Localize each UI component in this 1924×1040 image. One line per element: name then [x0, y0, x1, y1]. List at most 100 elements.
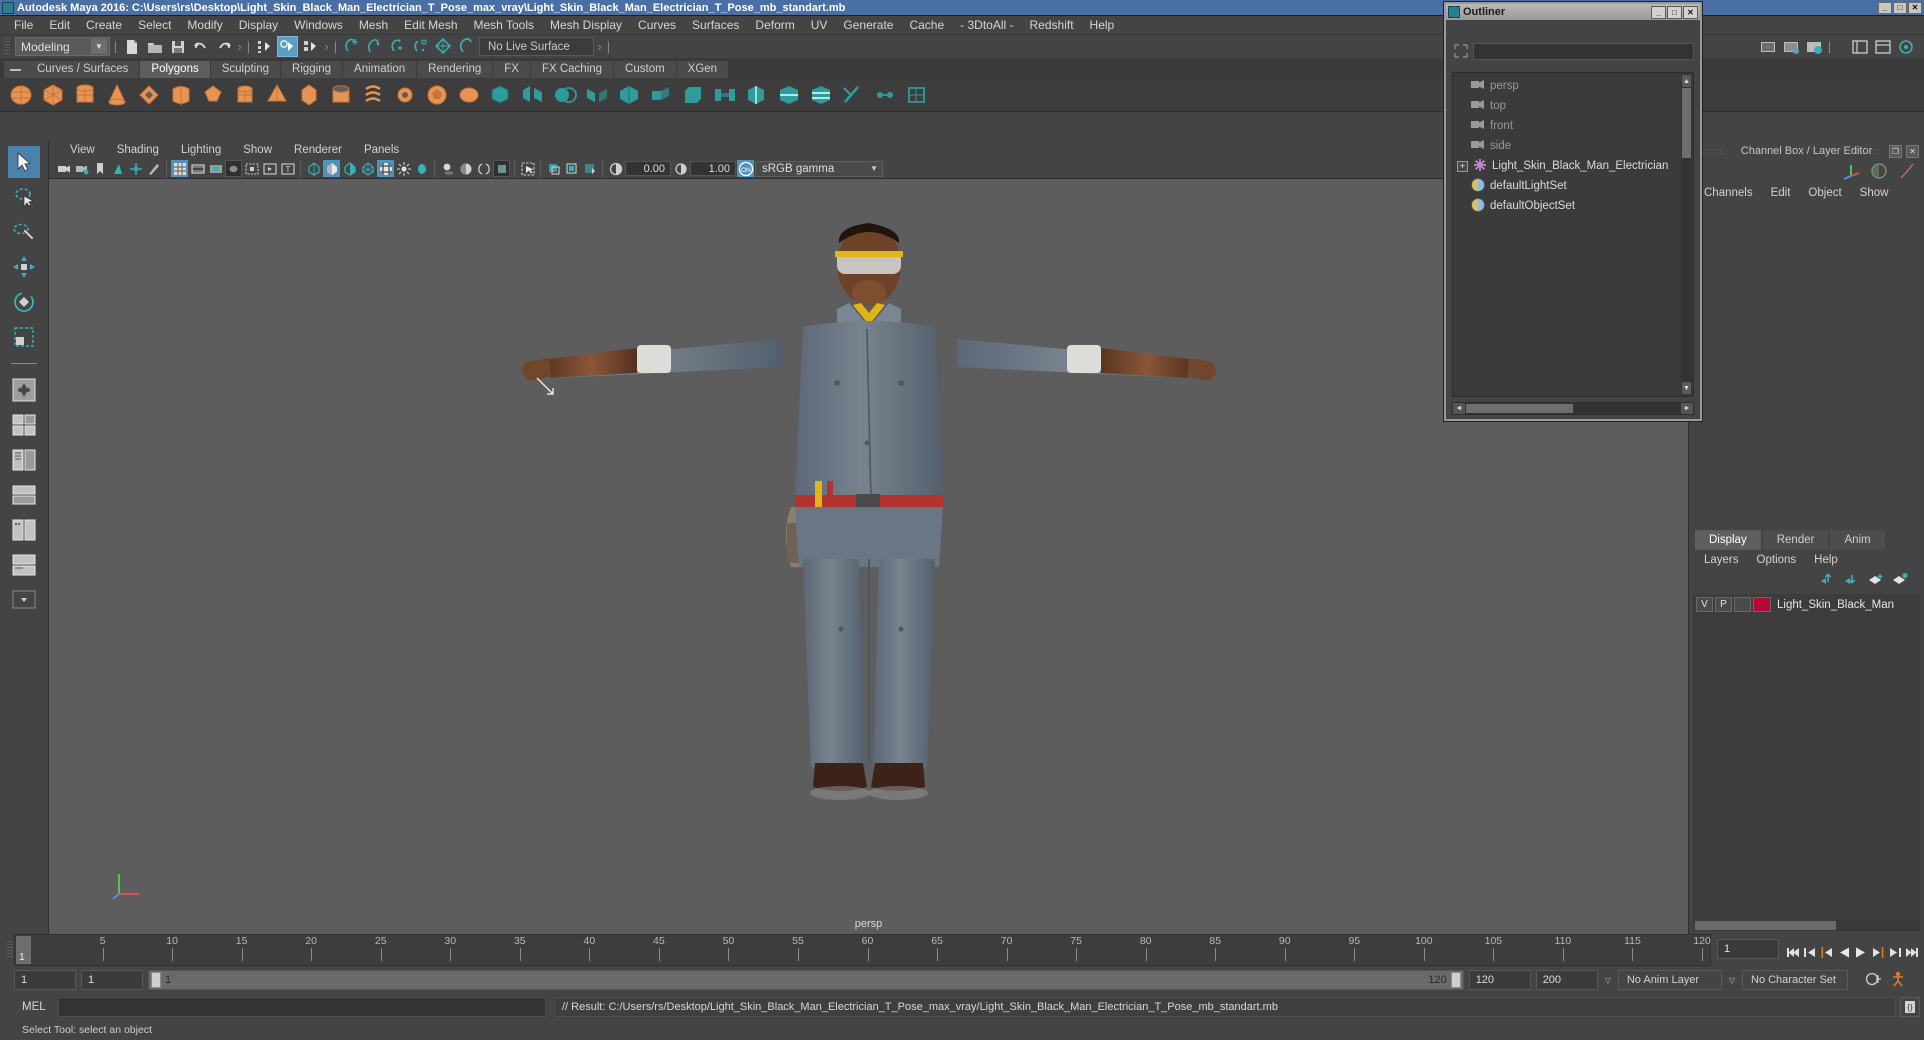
menu-item-deform[interactable]: Deform — [747, 16, 802, 35]
menu-item-windows[interactable]: Windows — [286, 16, 351, 35]
command-input[interactable] — [58, 997, 546, 1017]
menu-item-help[interactable]: Help — [1082, 16, 1123, 35]
layer-playback-toggle[interactable]: P — [1715, 597, 1732, 612]
insert-edge-loop-icon[interactable] — [774, 80, 804, 110]
menu-item-mesh-tools[interactable]: Mesh Tools — [466, 16, 542, 35]
layer-tab-display[interactable]: Display — [1695, 530, 1761, 550]
channel-box-menu-object[interactable]: Object — [1799, 187, 1850, 199]
snap-to-grid-icon[interactable] — [341, 36, 362, 57]
film-origin-icon[interactable] — [243, 160, 260, 177]
display-layer-list[interactable]: VPLight_Skin_Black_Man — [1693, 594, 1920, 921]
shelf-tab-fx-caching[interactable]: FX Caching — [531, 61, 614, 78]
smooth-icon[interactable] — [614, 80, 644, 110]
menu-item-edit[interactable]: Edit — [41, 16, 78, 35]
gamma-field[interactable]: 1.00 — [690, 161, 736, 176]
range-slider[interactable]: 1 120 — [148, 970, 1464, 990]
append-polygon-icon[interactable] — [742, 80, 772, 110]
move-tool[interactable] — [8, 251, 40, 283]
shelf-tab-polygons[interactable]: Polygons — [140, 61, 210, 78]
poly-torus-icon[interactable] — [134, 80, 164, 110]
smooth-shade-icon[interactable] — [323, 160, 340, 177]
command-language-label[interactable]: MEL — [14, 1001, 58, 1013]
step-forward-frame-icon[interactable] — [1870, 944, 1886, 962]
move-layer-up-icon[interactable] — [1820, 572, 1836, 589]
image-plane-icon[interactable] — [109, 160, 126, 177]
attribute-editor-toggle-icon[interactable] — [1849, 36, 1870, 57]
single-perspective-layout[interactable] — [8, 444, 40, 476]
scroll-thumb[interactable] — [1682, 88, 1691, 158]
channel-box-menu-channels[interactable]: Channels — [1695, 187, 1762, 199]
flat-shade-icon[interactable] — [341, 160, 358, 177]
character-model[interactable] — [519, 207, 1219, 887]
xray-icon[interactable] — [545, 160, 562, 177]
layout-dropdown[interactable] — [8, 584, 40, 616]
gate-mask-icon[interactable] — [225, 160, 242, 177]
paint-select-tool[interactable] — [8, 216, 40, 248]
exposure-field[interactable]: 0.00 — [625, 161, 671, 176]
grid-toggle-icon[interactable] — [171, 160, 188, 177]
channel-box-toggle-icon[interactable] — [1895, 36, 1916, 57]
resolution-gate-icon[interactable] — [207, 160, 224, 177]
wireframe-icon[interactable] — [305, 160, 322, 177]
open-scene-icon[interactable] — [144, 36, 165, 57]
shelf-tab-rendering[interactable]: Rendering — [417, 61, 493, 78]
outliner-close-button[interactable]: ✕ — [1683, 6, 1698, 19]
expand-toggle-icon[interactable]: + — [1457, 161, 1468, 172]
close-panel-button[interactable]: ✕ — [1906, 145, 1919, 158]
shadows-icon[interactable] — [439, 160, 456, 177]
dock-grip-right[interactable]: :::::::: — [1852, 146, 1880, 156]
shelf-tab-sculpting[interactable]: Sculpting — [211, 61, 281, 78]
poly-gear-icon[interactable] — [390, 80, 420, 110]
outliner-item-defaultobjectset[interactable]: defaultObjectSet — [1453, 196, 1693, 216]
color-management-icon[interactable]: ON — [737, 160, 754, 177]
bookmark-icon[interactable] — [91, 160, 108, 177]
live-surface-field[interactable]: No Live Surface — [479, 37, 594, 56]
outliner-item-side[interactable]: side — [1453, 136, 1693, 156]
chevron-down-icon-2[interactable]: ▽ — [1727, 976, 1737, 985]
character-set-selector[interactable]: No Character Set — [1742, 970, 1848, 990]
multi-cut-icon[interactable] — [838, 80, 868, 110]
viewport-menu-shading[interactable]: Shading — [106, 141, 170, 159]
menu-set-selector[interactable]: Modeling ▼ — [15, 37, 110, 56]
scale-tool[interactable] — [8, 321, 40, 353]
new-layer-icon[interactable] — [1868, 572, 1884, 589]
time-slider[interactable]: 1 51015202530354045505560657075808590951… — [14, 934, 1711, 966]
menu-item-select[interactable]: Select — [130, 16, 179, 35]
exposure-icon[interactable] — [607, 160, 624, 177]
isolate-select-icon[interactable] — [519, 160, 536, 177]
separate-icon[interactable] — [518, 80, 548, 110]
move-layer-down-icon[interactable] — [1844, 572, 1860, 589]
combine-icon[interactable] — [486, 80, 516, 110]
layer-shading-toggle[interactable] — [1734, 597, 1751, 612]
select-by-component-icon[interactable] — [300, 36, 321, 57]
menu-item-mesh-display[interactable]: Mesh Display — [542, 16, 630, 35]
lasso-select-tool[interactable] — [8, 181, 40, 213]
layer-menu-options[interactable]: Options — [1748, 554, 1806, 566]
quad-draw-icon[interactable] — [902, 80, 932, 110]
select-by-object-icon[interactable] — [277, 36, 298, 57]
xray-joints-icon[interactable] — [563, 160, 580, 177]
xray-active-icon[interactable] — [581, 160, 598, 177]
mirror-icon[interactable] — [582, 80, 612, 110]
poly-prism-icon[interactable] — [294, 80, 324, 110]
offset-edge-loop-icon[interactable] — [806, 80, 836, 110]
channel-box-menu-show[interactable]: Show — [1851, 187, 1898, 199]
outliner-minimize-button[interactable]: _ — [1651, 6, 1666, 19]
poly-super-ellipse-icon[interactable] — [454, 80, 484, 110]
undock-button[interactable]: ❐ — [1889, 145, 1902, 158]
layer-menu-help[interactable]: Help — [1805, 554, 1847, 566]
film-gate-icon[interactable] — [189, 160, 206, 177]
scroll-right-icon[interactable]: ► — [1681, 403, 1693, 414]
poly-cube-icon[interactable] — [38, 80, 68, 110]
layer-name[interactable]: Light_Skin_Black_Man — [1773, 599, 1894, 611]
poly-soccer-ball-icon[interactable] — [422, 80, 452, 110]
go-to-start-icon[interactable] — [1785, 944, 1801, 962]
motion-blur-icon[interactable] — [475, 160, 492, 177]
new-layer-from-selected-icon[interactable] — [1892, 572, 1908, 589]
outliner-item-light-skin-black-man-electrician[interactable]: +Light_Skin_Black_Man_Electrician — [1453, 156, 1693, 176]
gamma-icon[interactable] — [672, 160, 689, 177]
menu-item-generate[interactable]: Generate — [835, 16, 901, 35]
textured-icon[interactable] — [377, 160, 394, 177]
select-tool[interactable] — [8, 146, 40, 178]
shaded-wireframe-icon[interactable] — [359, 160, 376, 177]
